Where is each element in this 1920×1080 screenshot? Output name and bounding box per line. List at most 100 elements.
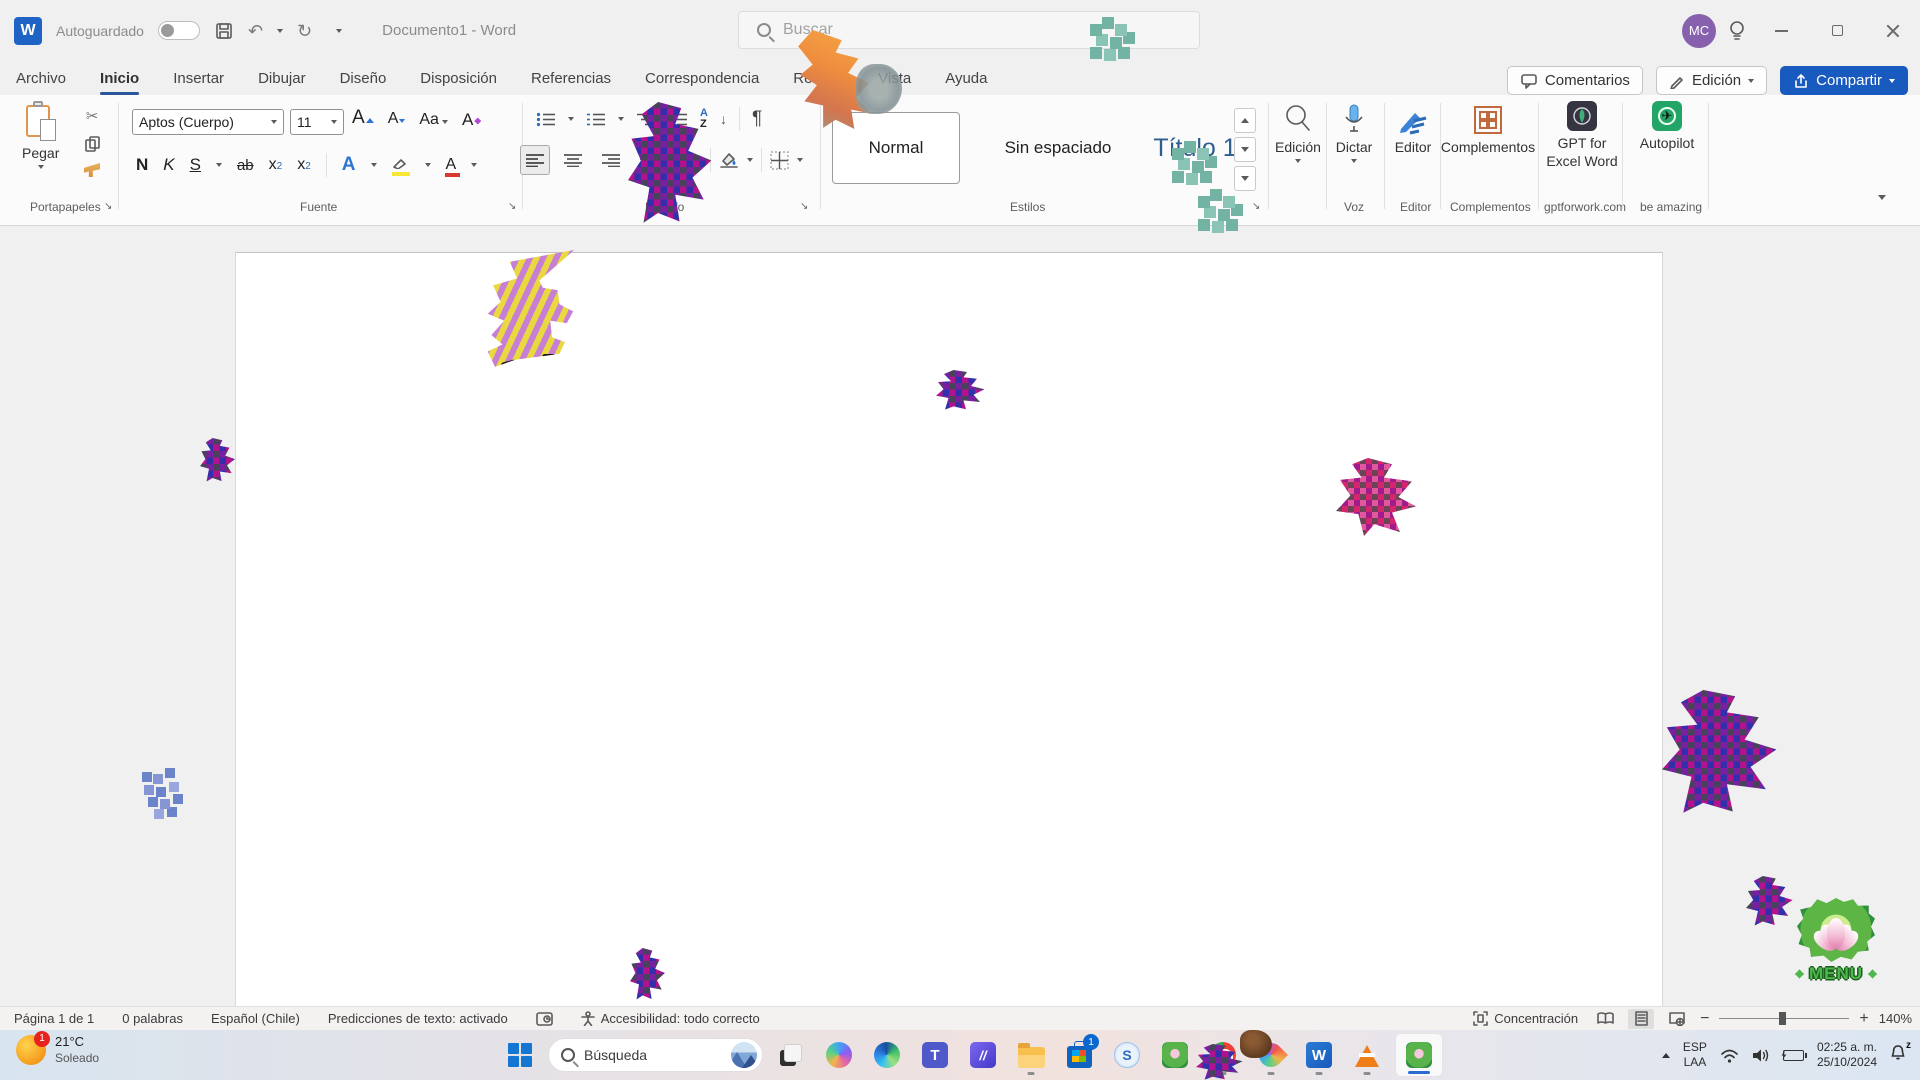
read-mode-button[interactable]: [1592, 1009, 1618, 1029]
share-button[interactable]: Compartir: [1780, 66, 1908, 95]
clipboard-dialog-launcher[interactable]: ↘: [104, 201, 112, 212]
styles-dialog-launcher[interactable]: ↘: [1252, 201, 1260, 212]
numbering-icon[interactable]: [586, 112, 606, 127]
teams-button[interactable]: T: [915, 1033, 955, 1077]
align-right-button[interactable]: [596, 145, 626, 175]
text-predictions-status[interactable]: Predicciones de texto: activado: [314, 1011, 522, 1026]
highlight-chevron-icon[interactable]: [425, 163, 431, 167]
notification-bell-button[interactable]: z: [1890, 1044, 1906, 1066]
underline-chevron-icon[interactable]: [216, 163, 222, 167]
increase-indent-icon[interactable]: [668, 112, 688, 127]
qat-overflow-icon[interactable]: [336, 29, 342, 33]
store-button[interactable]: 1: [1059, 1033, 1099, 1077]
document-page[interactable]: [235, 252, 1663, 1006]
cut-icon[interactable]: ✂: [86, 107, 99, 125]
tab-vista[interactable]: Vista: [876, 66, 913, 91]
tab-revisar[interactable]: Revisar: [791, 66, 846, 91]
comments-button[interactable]: Comentarios: [1507, 66, 1643, 95]
autopilot-button[interactable]: ✈ Autopilot: [1632, 101, 1702, 151]
text-predictions-icon[interactable]: [522, 1012, 567, 1026]
tab-insertar[interactable]: Insertar: [171, 66, 226, 91]
tab-diseno[interactable]: Diseño: [338, 66, 389, 91]
zoom-in-button[interactable]: +: [1859, 1010, 1868, 1028]
redo-icon[interactable]: ↻: [297, 22, 312, 40]
bullets-icon[interactable]: [536, 112, 556, 127]
collapse-ribbon-icon[interactable]: [1878, 195, 1886, 200]
active-game-window-button[interactable]: [1395, 1033, 1443, 1077]
tab-archivo[interactable]: Archivo: [14, 66, 68, 91]
save-icon[interactable]: [214, 21, 234, 41]
tray-overflow-chevron-icon[interactable]: [1662, 1053, 1670, 1058]
m-app-button[interactable]: //: [963, 1033, 1003, 1077]
taskbar-search[interactable]: Búsqueda: [548, 1038, 763, 1072]
shrink-font-button[interactable]: A: [388, 110, 406, 130]
clock[interactable]: 02:25 a. m. 25/10/2024: [1817, 1040, 1877, 1070]
accessibility-status[interactable]: Accesibilidad: todo correcto: [567, 1011, 774, 1026]
close-button[interactable]: [1870, 11, 1916, 51]
style-titulo-1[interactable]: Título 1: [1152, 112, 1238, 184]
pilcrow-button[interactable]: ¶: [752, 108, 762, 130]
task-view-button[interactable]: [771, 1033, 811, 1077]
volume-icon[interactable]: [1752, 1048, 1770, 1063]
skype-button[interactable]: S: [1107, 1033, 1147, 1077]
justify-button[interactable]: [634, 145, 664, 175]
game-lotus-button[interactable]: [1155, 1033, 1195, 1077]
text-effects-button[interactable]: A: [342, 154, 356, 176]
start-button[interactable]: [500, 1033, 540, 1077]
tab-dibujar[interactable]: Dibujar: [256, 66, 308, 91]
paint-button[interactable]: [1251, 1033, 1291, 1077]
subscript-button[interactable]: x2: [269, 156, 283, 174]
page-count[interactable]: Página 1 de 1: [0, 1011, 108, 1026]
focus-mode-button[interactable]: Concentración: [1469, 1011, 1582, 1026]
strikethrough-button[interactable]: ab: [237, 157, 254, 174]
borders-icon[interactable]: [770, 151, 789, 170]
font-color-chevron-icon[interactable]: [471, 163, 477, 167]
minimize-button[interactable]: [1758, 11, 1804, 51]
align-center-button[interactable]: [558, 145, 588, 175]
language-status[interactable]: Español (Chile): [197, 1011, 314, 1026]
copy-icon[interactable]: [84, 136, 100, 152]
vlc-button[interactable]: [1347, 1033, 1387, 1077]
search-box[interactable]: Buscar: [738, 11, 1200, 49]
lightbulb-icon[interactable]: [1726, 19, 1748, 43]
chrome-button[interactable]: [1203, 1033, 1243, 1077]
game-menu-overlay[interactable]: MENU: [1792, 898, 1880, 1002]
copilot-button[interactable]: [819, 1033, 859, 1077]
restore-button[interactable]: [1814, 11, 1860, 51]
dictate-button[interactable]: Dictar: [1332, 103, 1376, 163]
undo-chevron-icon[interactable]: [277, 29, 283, 33]
superscript-button[interactable]: x2: [297, 156, 311, 174]
styles-gallery-more[interactable]: [1234, 166, 1256, 191]
style-normal[interactable]: Normal: [832, 112, 960, 184]
text-effects-chevron-icon[interactable]: [371, 163, 377, 167]
styles-scroll-down[interactable]: [1234, 137, 1256, 162]
sort-button[interactable]: AZ: [700, 108, 708, 130]
paste-button[interactable]: Pegar: [22, 103, 59, 169]
word-logo-icon[interactable]: W: [14, 17, 42, 45]
shading-icon[interactable]: [719, 151, 739, 169]
align-left-button[interactable]: [520, 145, 550, 175]
tab-ayuda[interactable]: Ayuda: [943, 66, 989, 91]
format-painter-icon[interactable]: [84, 163, 100, 177]
zoom-slider-thumb[interactable]: [1779, 1012, 1786, 1025]
autosave-toggle[interactable]: [158, 21, 200, 40]
numbering-chevron-icon[interactable]: [618, 117, 624, 121]
word-count[interactable]: 0 palabras: [108, 1011, 197, 1026]
edge-button[interactable]: [867, 1033, 907, 1077]
style-sin-espaciado[interactable]: Sin espaciado: [968, 112, 1148, 184]
styles-scroll-up[interactable]: [1234, 108, 1256, 133]
zoom-slider[interactable]: [1719, 1018, 1849, 1020]
file-explorer-button[interactable]: [1011, 1033, 1051, 1077]
font-name-select[interactable]: Aptos (Cuerpo): [132, 109, 284, 135]
zoom-out-button[interactable]: −: [1700, 1010, 1709, 1028]
bold-button[interactable]: N: [136, 155, 148, 175]
font-color-button[interactable]: A: [446, 156, 457, 174]
menu-label[interactable]: MENU: [1809, 964, 1863, 984]
undo-icon[interactable]: ↶: [248, 22, 263, 40]
menu-label-row[interactable]: MENU: [1795, 964, 1877, 984]
editing-mode-button[interactable]: Edición: [1656, 66, 1767, 95]
line-spacing-chevron-icon[interactable]: [696, 158, 702, 162]
highlight-button[interactable]: [392, 156, 410, 174]
word-app-button[interactable]: W: [1299, 1033, 1339, 1077]
font-dialog-launcher[interactable]: ↘: [508, 201, 516, 212]
